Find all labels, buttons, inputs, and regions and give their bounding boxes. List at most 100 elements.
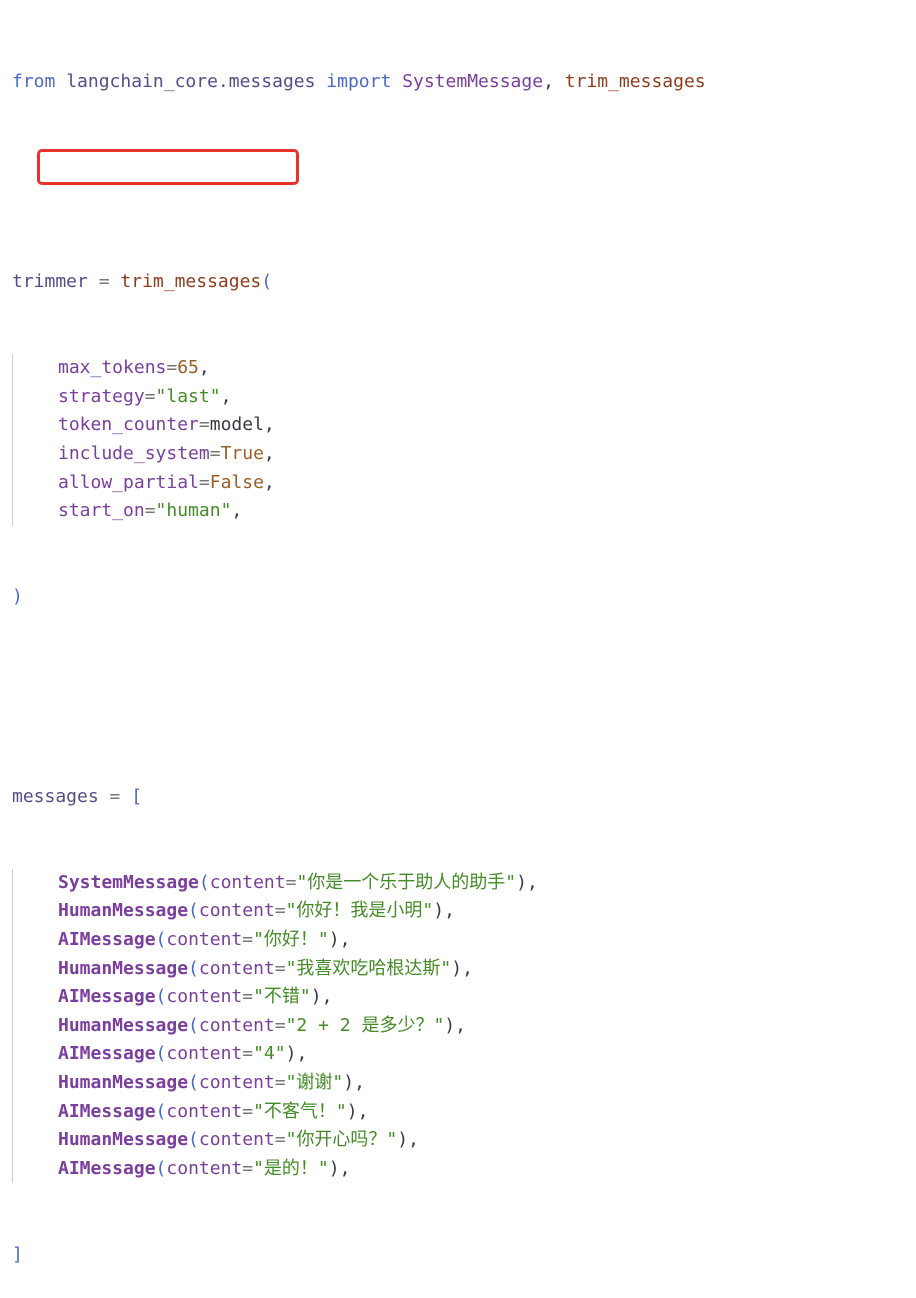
open-paren: ( [188,1129,199,1151]
arg-comma: , [198,357,210,379]
arg-eq: = [144,385,156,407]
open-paren: ( [188,1071,199,1093]
arg-eq: = [198,414,210,436]
arg-name: content [166,1100,243,1122]
module-name: langchain_core.messages [66,71,316,93]
arg-name: token_counter [58,414,199,436]
arg-value: True [220,442,264,464]
arg-eq: = [198,471,210,493]
arg-eq: = [274,1014,286,1036]
arg-name: include_system [58,442,210,464]
trimmer-args: max_tokens=65, strategy="last", token_coun… [12,354,706,526]
message-content: "你好！" [253,929,329,950]
line-tail: ), [397,1129,419,1151]
message-class: AIMessage [58,1043,156,1065]
trimmer-arg-start-on: start_on="human", [12,497,706,526]
message-item: HumanMessage(content="谢谢"), [12,1069,706,1098]
code-block: from langchain_core.messages import Syst… [12,11,706,1298]
message-class: AIMessage [58,929,156,950]
assign-op: = [98,271,110,293]
message-item: HumanMessage(content="你好！我是小明"), [12,897,706,926]
open-paren: ( [155,929,167,950]
message-content: "你开心吗？" [285,1129,398,1151]
arg-value: "human" [155,500,232,522]
open-paren: ( [155,1043,167,1065]
highlight-box-token-counter [37,149,299,185]
message-content: "谢谢" [285,1071,344,1093]
message-class: AIMessage [58,1157,156,1179]
arg-eq: = [242,1100,254,1122]
arg-name: allow_partial [58,471,199,493]
code-line-close-paren: ) [12,583,706,612]
arg-eq: = [209,442,221,464]
code-line-import: from langchain_core.messages import Syst… [12,68,706,97]
arg-name: content [198,957,275,979]
message-item: AIMessage(content="你好！"), [12,926,706,955]
message-class: SystemMessage [58,871,199,893]
message-item: AIMessage(content="是的！"), [12,1155,706,1184]
message-item: HumanMessage(content="你开心吗？"), [12,1126,706,1155]
trimmer-arg-strategy: strategy="last", [12,383,706,412]
call-trim-messages: trim_messages [120,271,262,293]
open-paren: ( [188,900,199,922]
arg-comma: , [263,442,275,464]
line-tail: ), [310,986,333,1008]
arg-comma: , [220,385,232,407]
open-paren: ( [198,871,210,893]
var-messages: messages [12,786,99,808]
line-tail: ), [328,929,351,950]
arg-name: content [198,1129,275,1151]
line-tail: ), [328,1157,351,1179]
line-tail: ), [451,957,473,979]
message-content: "2 + 2 是多少？" [285,1014,445,1036]
message-content: "是的！" [253,1157,329,1179]
arg-name: content [198,1071,275,1093]
open-paren: ( [188,957,199,979]
trimmer-arg-token-counter: token_counter=model, [12,411,706,440]
arg-name: content [166,1043,243,1065]
keyword-from: from [12,71,56,93]
arg-eq: = [242,1157,254,1179]
arg-eq: = [242,929,254,950]
arg-name: strategy [58,385,145,407]
line-tail: ), [516,871,538,893]
assign-op: = [109,786,121,808]
close-bracket: ] [12,1243,23,1265]
open-paren: ( [155,1100,167,1122]
arg-name: content [166,929,243,950]
arg-value: False [209,471,264,493]
arg-comma: , [231,500,243,522]
line-tail: ), [346,1100,369,1122]
message-item: AIMessage(content="4"), [12,1040,706,1069]
arg-value: "last" [155,385,221,407]
open-paren: ( [155,986,167,1008]
arg-eq: = [274,900,286,922]
line-tail: ), [343,1071,365,1093]
message-item: SystemMessage(content="你是一个乐于助人的助手"), [12,869,706,898]
open-paren: ( [155,1157,167,1179]
arg-eq: = [144,500,156,522]
message-content: "不客气！" [253,1100,347,1122]
arg-eq: = [242,986,254,1008]
message-item: HumanMessage(content="2 + 2 是多少？"), [12,1012,706,1041]
arg-eq: = [274,1129,286,1151]
arg-value: 65 [177,357,199,379]
message-class: HumanMessage [58,1071,189,1093]
message-class: HumanMessage [58,957,189,979]
open-paren: ( [261,271,273,293]
message-item: AIMessage(content="不错"), [12,983,706,1012]
arg-eq: = [274,1071,286,1093]
arg-name: content [166,1157,243,1179]
message-content: "你好！我是小明" [285,900,434,922]
close-paren: ) [12,585,23,607]
message-content: "我喜欢吃哈根达斯" [285,957,452,979]
message-content: "4" [253,1043,286,1065]
line-tail: ), [444,1014,466,1036]
trimmer-arg-allow-partial: allow_partial=False, [12,469,706,498]
message-content: "不错" [253,986,311,1008]
message-class: HumanMessage [58,1129,189,1151]
arg-comma: , [263,471,275,493]
arg-name: content [209,871,286,893]
code-line-trimmer: trimmer = trim_messages( [12,268,706,297]
import-trim-messages: trim_messages [564,71,706,93]
